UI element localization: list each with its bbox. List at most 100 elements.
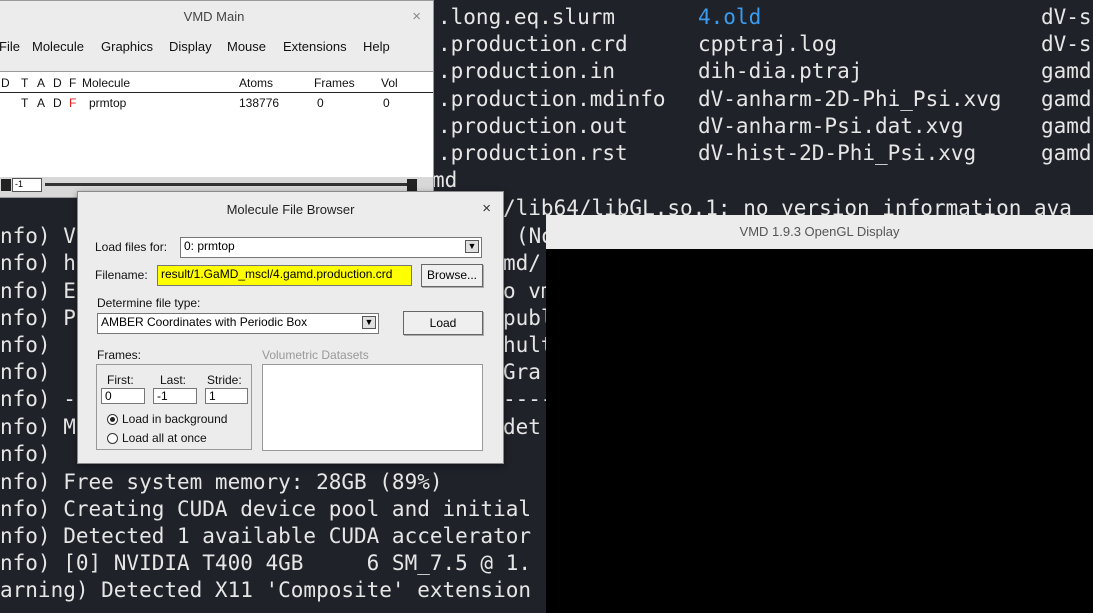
column-header[interactable]: D: [1, 76, 10, 90]
fixed-toggle[interactable]: F: [69, 96, 76, 110]
terminal-line: Gra: [503, 360, 541, 384]
file-type-value: AMBER Coordinates with Periodic Box: [101, 315, 308, 329]
window-title: Molecule File Browser: [226, 202, 355, 217]
frame-start-icon[interactable]: [1, 179, 11, 191]
file-entry: dV-anharm-Psi.dat.xvg: [698, 114, 964, 138]
column-header[interactable]: D: [53, 76, 62, 90]
drawn-toggle[interactable]: D: [53, 96, 62, 110]
file-type-select[interactable]: AMBER Coordinates with Periodic Box ▼: [97, 313, 379, 334]
opengl-display-window[interactable]: VMD 1.9.3 OpenGL Display: [546, 215, 1093, 613]
menu-file[interactable]: File: [0, 39, 20, 54]
terminal-command: md: [432, 168, 458, 192]
terminal-line: arning) Detected X11 'Composite' extensi…: [0, 578, 532, 602]
atoms-count: 138776: [239, 96, 280, 110]
close-icon[interactable]: ×: [482, 200, 491, 217]
terminal-line: md/: [503, 251, 541, 275]
window-title: VMD 1.9.3 OpenGL Display: [739, 224, 900, 239]
terminal-line: nfo) Creating CUDA device pool and initi…: [0, 497, 532, 521]
terminal-line: nfo) M: [0, 415, 76, 439]
column-header[interactable]: Atoms: [239, 76, 273, 90]
file-entry: dih-dia.ptraj: [698, 59, 863, 83]
file-entry: 4.old: [698, 5, 762, 29]
close-icon[interactable]: ×: [412, 8, 421, 25]
first-label: First:: [107, 373, 134, 387]
selected-molecule: 0: prmtop: [184, 239, 235, 253]
column-header[interactable]: T: [21, 76, 28, 90]
menu-molecule[interactable]: Molecule: [32, 39, 84, 54]
terminal-line: nfo) E: [0, 279, 76, 303]
radio-selected-icon[interactable]: [107, 414, 118, 426]
filename-label: Filename:: [95, 268, 148, 282]
vmd-main-titlebar[interactable]: VMD Main ×: [0, 1, 433, 33]
column-header[interactable]: Molecule: [82, 76, 130, 90]
chevron-down-icon[interactable]: ▼: [465, 240, 479, 253]
terminal-line: nfo) P: [0, 306, 76, 330]
molecule-name: prmtop: [89, 96, 127, 110]
radio-icon[interactable]: [107, 433, 118, 445]
molecule-file-browser[interactable]: Molecule File Browser × Load files for: …: [77, 191, 504, 464]
file-entry: .production.out: [438, 114, 628, 138]
filename-value: result/1.GaMD_mscl/4.gamd.production.crd: [161, 267, 393, 281]
terminal-line: .long.eq.slurm: [438, 4, 615, 31]
load-in-background-radio[interactable]: Load in background: [107, 412, 227, 426]
terminal-line: nfo): [0, 360, 51, 384]
terminal-line: nfo) V: [0, 224, 76, 248]
load-all-at-once-radio[interactable]: Load all at once: [107, 431, 207, 445]
load-files-for-select[interactable]: 0: prmtop ▼: [180, 237, 482, 258]
file-entry: dV-anharm-2D-Phi_Psi.xvg: [698, 87, 1002, 111]
file-entry: gamd: [1041, 87, 1092, 111]
file-entry: dV-s: [1041, 32, 1092, 56]
first-frame-input[interactable]: 0: [101, 388, 145, 404]
file-entry: .production.rst: [438, 141, 628, 165]
chevron-down-icon[interactable]: ▼: [362, 316, 376, 329]
terminal-line: nfo) -: [0, 387, 76, 411]
active-toggle[interactable]: A: [37, 96, 45, 110]
frames-count: 0: [317, 96, 324, 110]
menu-graphics[interactable]: Graphics: [101, 39, 153, 54]
render-canvas[interactable]: [546, 249, 1093, 613]
file-entry: .production.in: [438, 59, 616, 83]
menu-display[interactable]: Display: [169, 39, 212, 54]
molecule-list-header: D T A D F Molecule Atoms Frames Vol: [0, 76, 433, 93]
molecule-list[interactable]: D T A D F Molecule Atoms Frames Vol T A …: [0, 71, 433, 177]
file-entry: cpptraj.log: [698, 32, 838, 56]
file-entry: gamd: [1041, 114, 1092, 138]
terminal-line: nfo) Detected 1 available CUDA accelerat…: [0, 524, 532, 548]
file-entry: .production.crd: [438, 32, 628, 56]
terminal-line: det: [503, 415, 541, 439]
column-header[interactable]: Vol: [381, 76, 398, 90]
vmd-main-window[interactable]: VMD Main × File Molecule Graphics Displa…: [0, 0, 434, 198]
terminal-line: nfo) Free system memory: 28GB (89%): [0, 470, 443, 494]
frame-end-icon[interactable]: [407, 179, 417, 191]
column-header[interactable]: F: [69, 76, 76, 90]
radio-label: Load in background: [122, 412, 228, 426]
file-entry: .long.eq.slurm: [438, 5, 616, 29]
last-label: Last:: [160, 373, 187, 387]
filename-field[interactable]: result/1.GaMD_mscl/4.gamd.production.crd: [157, 265, 412, 286]
file-browser-titlebar[interactable]: Molecule File Browser ×: [78, 192, 503, 225]
volumetric-list[interactable]: [262, 364, 483, 451]
top-toggle[interactable]: T: [21, 96, 28, 110]
vol-count: 0: [383, 96, 390, 110]
stride-input[interactable]: 1: [205, 388, 248, 404]
terminal-line: nfo): [0, 442, 51, 466]
menu-help[interactable]: Help: [363, 39, 390, 54]
file-entry: dV-hist-2D-Phi_Psi.xvg: [698, 141, 977, 165]
last-frame-input[interactable]: -1: [153, 388, 197, 404]
terminal-line: nfo) h: [0, 251, 76, 275]
file-entry: .production.mdinfo: [438, 87, 666, 111]
column-header[interactable]: A: [37, 76, 45, 90]
column-header[interactable]: Frames: [314, 76, 355, 90]
menu-mouse[interactable]: Mouse: [227, 39, 266, 54]
radio-label: Load all at once: [122, 431, 207, 445]
file-entry: gamd: [1041, 59, 1092, 83]
load-button[interactable]: Load: [403, 311, 483, 335]
menu-extensions[interactable]: Extensions: [283, 39, 347, 54]
browse-button[interactable]: Browse...: [421, 264, 483, 287]
frame-field[interactable]: -1: [12, 178, 42, 192]
stride-label: Stride:: [207, 373, 242, 387]
table-row[interactable]: T A D F prmtop 138776 0 0: [0, 96, 433, 110]
terminal-line: nfo) [0] NVIDIA T400 4GB 6 SM_7.5 @ 1.: [0, 551, 532, 575]
opengl-titlebar[interactable]: VMD 1.9.3 OpenGL Display: [546, 215, 1093, 249]
frame-slider[interactable]: [45, 183, 407, 186]
